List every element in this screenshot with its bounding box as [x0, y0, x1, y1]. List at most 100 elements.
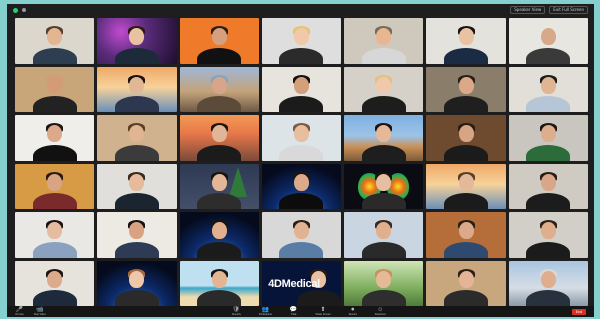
- participant-video-tile[interactable]: [97, 66, 177, 112]
- participant-body: [114, 193, 159, 209]
- participant-video-tile[interactable]: 4DMedical: [261, 260, 342, 306]
- participant-video-tile[interactable]: [426, 212, 506, 258]
- participant-video-tile[interactable]: [426, 18, 506, 64]
- participant-body: [361, 193, 406, 209]
- participant-video-tile[interactable]: [261, 66, 342, 112]
- participant-video-tile[interactable]: [97, 212, 177, 258]
- participant-video-tile[interactable]: [426, 163, 506, 209]
- participant-video-tile[interactable]: [344, 66, 424, 112]
- toolbar-security-button[interactable]: 🛡 Security: [232, 307, 241, 316]
- participant-face: [376, 173, 392, 191]
- toolbar-label: Security: [231, 313, 241, 316]
- participant-body: [526, 47, 571, 64]
- participant-body: [361, 96, 406, 112]
- participant-video-tile[interactable]: [179, 212, 259, 258]
- toolbar-stop-video-button[interactable]: 📹 Stop Video: [34, 307, 46, 316]
- participant-video-tile[interactable]: [508, 66, 588, 112]
- participant-face: [129, 28, 145, 45]
- participant-video-tile[interactable]: [179, 18, 259, 64]
- participant-video-tile[interactable]: [261, 115, 342, 161]
- participant-body: [526, 241, 571, 258]
- participant-face: [458, 173, 474, 191]
- participant-video-tile[interactable]: [344, 260, 424, 306]
- participant-body: [114, 144, 159, 161]
- participant-video-tile[interactable]: [179, 66, 259, 112]
- participant-video-tile[interactable]: [344, 212, 424, 258]
- participant-body: [32, 290, 77, 306]
- participant-video-tile[interactable]: [97, 163, 177, 209]
- toolbar-center: 🛡 Security 👥 Participants 💬 Chat ⬆ Share Screen…: [46, 307, 572, 316]
- participant-video-tile[interactable]: [508, 212, 588, 258]
- speaker-view-button[interactable]: Speaker View: [510, 6, 546, 14]
- toolbar-share-screen-button[interactable]: ⬆ Share Screen: [315, 307, 330, 316]
- participant-video-tile[interactable]: [344, 115, 424, 161]
- participant-body: [444, 144, 489, 161]
- participant-body: [526, 144, 571, 161]
- participant-video-tile[interactable]: [15, 163, 95, 209]
- participant-video-tile[interactable]: [97, 260, 177, 306]
- company-logo: 4DMedical: [268, 277, 320, 290]
- toolbar-left: 🎤 Unmute 📹 Stop Video: [15, 307, 46, 316]
- participant-body: [444, 290, 489, 306]
- end-meeting-button[interactable]: End: [571, 308, 586, 315]
- participant-video-tile[interactable]: [97, 115, 177, 161]
- participant-body: [197, 290, 242, 306]
- participant-video-tile[interactable]: [179, 163, 259, 209]
- participant-video-tile[interactable]: [508, 115, 588, 161]
- participant-video-tile[interactable]: [179, 260, 259, 306]
- participant-face: [47, 222, 63, 239]
- participant-face: [458, 125, 474, 142]
- participant-face: [293, 173, 309, 191]
- participant-video-tile[interactable]: [426, 115, 506, 161]
- participant-face: [293, 125, 309, 142]
- participant-body: [279, 193, 324, 209]
- participant-face: [293, 222, 309, 239]
- participant-face: [47, 173, 63, 191]
- participant-face: [458, 270, 474, 288]
- participant-video-tile[interactable]: [508, 260, 588, 306]
- participant-face: [211, 173, 227, 191]
- participant-face: [293, 76, 309, 94]
- participant-video-tile[interactable]: [15, 18, 95, 64]
- participant-video-tile[interactable]: [261, 18, 342, 64]
- participant-video-tile[interactable]: [344, 18, 424, 64]
- participant-body: [114, 290, 159, 306]
- participant-face: [211, 125, 227, 142]
- participant-face: [47, 270, 63, 288]
- toolbar-unmute-button[interactable]: 🎤 Unmute: [15, 307, 24, 316]
- participant-video-tile[interactable]: [179, 115, 259, 161]
- participant-body: [32, 193, 77, 209]
- participant-face: [540, 125, 556, 142]
- toolbar-chat-button[interactable]: 💬 Chat: [290, 307, 297, 316]
- participant-video-tile[interactable]: [508, 18, 588, 64]
- participant-video-tile[interactable]: [426, 260, 506, 306]
- participant-face: [129, 125, 145, 142]
- gallery-grid: 4DMedical: [15, 18, 588, 306]
- participant-video-tile[interactable]: [15, 260, 95, 306]
- participant-body: [197, 47, 242, 64]
- participant-video-tile[interactable]: [426, 66, 506, 112]
- participant-face: [376, 222, 392, 239]
- participant-video-tile[interactable]: [344, 163, 424, 209]
- participant-body: [444, 47, 489, 64]
- participant-body: [114, 96, 159, 112]
- participant-video-tile[interactable]: [15, 115, 95, 161]
- participant-face: [129, 222, 145, 239]
- participant-face: [376, 270, 392, 288]
- participant-face: [293, 28, 309, 45]
- participant-video-tile[interactable]: [508, 163, 588, 209]
- toolbar-participants-button[interactable]: 👥 Participants: [259, 307, 272, 316]
- toolbar-reactions-button[interactable]: ☺ Reactions: [375, 307, 386, 316]
- toolbar-label: Chat: [291, 313, 297, 316]
- participant-video-tile[interactable]: [15, 66, 95, 112]
- participant-video-tile[interactable]: [261, 163, 342, 209]
- info-icon[interactable]: [22, 8, 26, 12]
- toolbar-record-button[interactable]: ⏺ Record: [349, 307, 357, 316]
- participant-body: [114, 47, 159, 64]
- participant-video-tile[interactable]: [97, 18, 177, 64]
- exit-full-screen-button[interactable]: Exit Full Screen: [549, 6, 588, 14]
- participant-body: [197, 193, 242, 209]
- participant-body: [32, 47, 77, 64]
- participant-video-tile[interactable]: [261, 212, 342, 258]
- participant-video-tile[interactable]: [15, 212, 95, 258]
